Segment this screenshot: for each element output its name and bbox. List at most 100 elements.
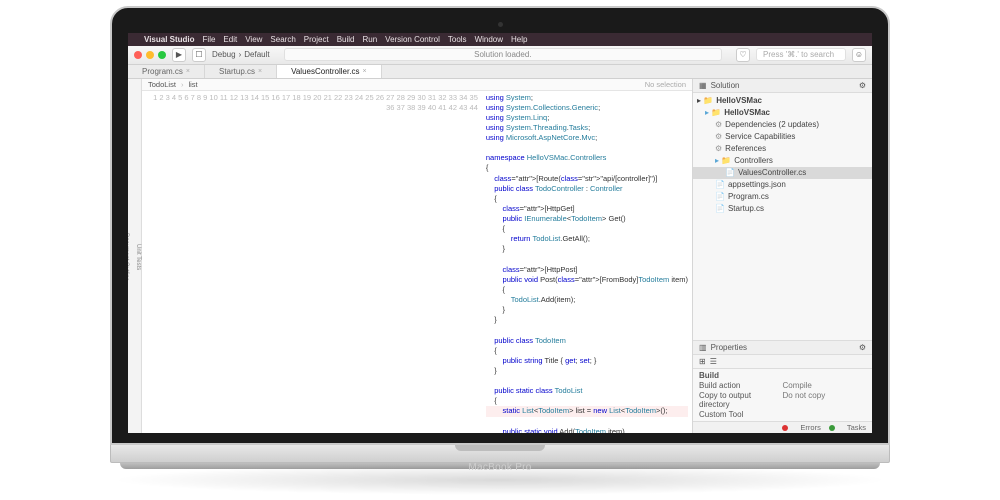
menu-tools[interactable]: Tools: [448, 35, 467, 44]
close-icon[interactable]: ×: [186, 68, 190, 75]
line-gutter: 1 2 3 4 5 6 7 8 9 10 11 12 13 14 15 16 1…: [142, 91, 482, 433]
menu-window[interactable]: Window: [475, 35, 503, 44]
breadcrumb-noselection: No selection: [645, 80, 686, 89]
config-target: Default: [244, 50, 269, 59]
macos-menubar: Visual Studio File Edit View Search Proj…: [128, 33, 872, 46]
code-body[interactable]: using System; using System.Collections.G…: [482, 91, 692, 433]
profile-icon[interactable]: ☺: [852, 48, 866, 62]
tasks-button[interactable]: Tasks: [829, 423, 866, 432]
window-toolbar: ▶ ☐ Debug › Default Solution loaded. ♡ P…: [128, 46, 872, 65]
menubar-app[interactable]: Visual Studio: [144, 35, 195, 44]
run-configuration[interactable]: Debug › Default: [212, 50, 270, 59]
breadcrumb-member: list: [188, 80, 197, 89]
folder-icon: ▸ 📁: [715, 155, 731, 167]
folder-icon: ▸ 📁: [705, 107, 721, 119]
tree-item[interactable]: 📄 appsettings.json: [693, 179, 872, 191]
solution-icon: ▦: [699, 81, 707, 90]
solution-header: ▦ Solution ⚙: [693, 79, 872, 93]
code-editor[interactable]: 1 2 3 4 5 6 7 8 9 10 11 12 13 14 15 16 1…: [142, 91, 692, 433]
config-name: Debug: [212, 50, 236, 59]
gear-icon: ⚙: [715, 119, 722, 131]
tab-alpha-icon[interactable]: ⊞: [699, 357, 706, 366]
tab-label: Program.cs: [142, 67, 183, 76]
tree-item[interactable]: ▸ 📁 Controllers: [693, 155, 872, 167]
minimize-button[interactable]: [146, 51, 154, 59]
prop-key: Custom Tool: [699, 410, 783, 419]
laptop-brand: MacBook Pro: [468, 462, 531, 473]
right-column: ▦ Solution ⚙ ▸ 📁 HelloVSMac▸ 📁 HelloVSMa…: [692, 79, 872, 433]
solution-title: Solution: [711, 81, 740, 90]
workarea: Unit Tests Document Outline Toolbox Todo…: [128, 79, 872, 433]
screen: Visual Studio File Edit View Search Proj…: [128, 33, 872, 433]
gear-icon[interactable]: ⚙: [859, 81, 866, 90]
properties-icon: ▥: [699, 343, 707, 352]
tree-item[interactable]: ⚙ Service Capabilities: [693, 131, 872, 143]
screen-bezel: Visual Studio File Edit View Search Proj…: [110, 6, 890, 445]
close-button[interactable]: [134, 51, 142, 59]
tree-item[interactable]: ⚙ References: [693, 143, 872, 155]
tree-item[interactable]: 📄 Startup.cs: [693, 203, 872, 215]
breadcrumb[interactable]: TodoList › list No selection: [142, 79, 692, 91]
properties-section: Build: [699, 371, 866, 380]
status-footer: Errors Tasks: [693, 421, 872, 433]
zoom-button[interactable]: [158, 51, 166, 59]
tab-label: ValuesController.cs: [291, 67, 359, 76]
document-tabs: Program.cs× Startup.cs× ValuesController…: [128, 65, 872, 79]
tab-category-icon[interactable]: ☰: [710, 357, 717, 366]
notifications-icon[interactable]: ♡: [736, 48, 750, 62]
tree-item[interactable]: ▸ 📁 HelloVSMac: [693, 107, 872, 119]
menu-build[interactable]: Build: [337, 35, 355, 44]
menu-file[interactable]: File: [203, 35, 216, 44]
breadcrumb-class: TodoList: [148, 80, 176, 89]
properties-tabs: ⊞ ☰: [693, 355, 872, 369]
menu-help[interactable]: Help: [511, 35, 527, 44]
prop-key: Build action: [699, 381, 783, 390]
properties-title: Properties: [711, 343, 747, 352]
tree-root[interactable]: ▸ 📁 HelloVSMac: [693, 95, 872, 107]
prop-val[interactable]: Do not copy: [783, 391, 867, 409]
close-icon[interactable]: ×: [258, 68, 262, 75]
errors-button[interactable]: Errors: [782, 423, 820, 432]
tree-item[interactable]: 📄 Program.cs: [693, 191, 872, 203]
file-icon: 📄: [725, 167, 735, 179]
prop-val[interactable]: Compile: [783, 381, 867, 390]
build-config-button[interactable]: ☐: [192, 48, 206, 62]
pad-document-outline[interactable]: Document Outline: [128, 233, 129, 281]
chevron-right-icon: ›: [181, 80, 184, 89]
file-icon: 📄: [715, 179, 725, 191]
prop-key: Copy to output directory: [699, 391, 783, 409]
properties-header: ▥ Properties ⚙: [693, 341, 872, 355]
tab-program[interactable]: Program.cs×: [128, 65, 205, 78]
laptop-frame: Visual Studio File Edit View Search Proj…: [110, 6, 890, 495]
properties-grid: Build Build actionCompile Copy to output…: [693, 369, 872, 421]
gear-icon: ⚙: [715, 131, 722, 143]
close-icon[interactable]: ×: [362, 68, 366, 75]
tab-valuescontroller[interactable]: ValuesController.cs×: [277, 65, 381, 78]
status-message: Solution loaded.: [284, 48, 722, 61]
menu-run[interactable]: Run: [362, 35, 377, 44]
solution-tree[interactable]: ▸ 📁 HelloVSMac▸ 📁 HelloVSMac⚙ Dependenci…: [693, 93, 872, 340]
menu-edit[interactable]: Edit: [223, 35, 237, 44]
editor-column: TodoList › list No selection 1 2 3 4 5 6…: [142, 79, 692, 433]
tree-item[interactable]: 📄 ValuesController.cs: [693, 167, 872, 179]
menu-view[interactable]: View: [245, 35, 262, 44]
tree-item[interactable]: ⚙ Dependencies (2 updates): [693, 119, 872, 131]
pad-unit-tests[interactable]: Unit Tests: [135, 244, 141, 270]
menu-vcs[interactable]: Version Control: [385, 35, 440, 44]
properties-panel: ▥ Properties ⚙ ⊞ ☰ Build Build actionCom…: [693, 340, 872, 433]
gear-icon[interactable]: ⚙: [859, 343, 866, 352]
camera-dot: [498, 22, 503, 27]
file-icon: 📄: [715, 191, 725, 203]
menu-search[interactable]: Search: [270, 35, 295, 44]
search-input[interactable]: Press '⌘.' to search: [756, 48, 846, 61]
tab-startup[interactable]: Startup.cs×: [205, 65, 277, 78]
menu-project[interactable]: Project: [304, 35, 329, 44]
chevron-right-icon: ›: [239, 50, 242, 59]
tab-label: Startup.cs: [219, 67, 255, 76]
laptop-base: [110, 445, 890, 463]
traffic-lights: [134, 51, 166, 59]
file-icon: 📄: [715, 203, 725, 215]
prop-val[interactable]: [783, 410, 867, 419]
run-button[interactable]: ▶: [172, 48, 186, 62]
gear-icon: ⚙: [715, 143, 722, 155]
